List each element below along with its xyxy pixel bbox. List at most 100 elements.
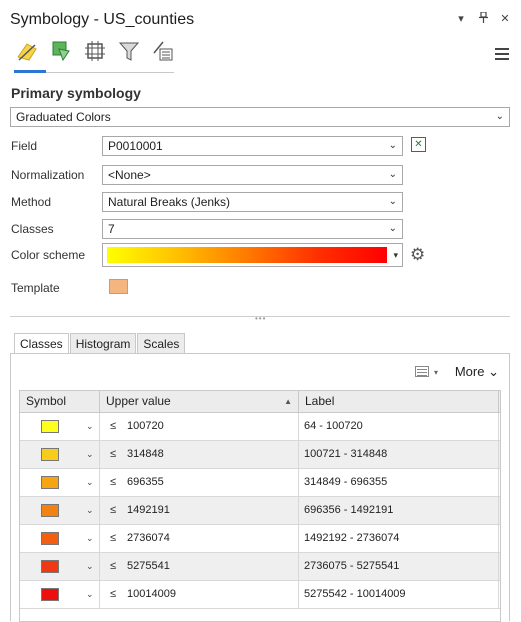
symbol-swatch[interactable] (41, 504, 59, 517)
symbol-cell[interactable]: ⌄ (20, 581, 100, 608)
label-cell[interactable]: 100721 - 314848 (299, 441, 499, 468)
upper-value-cell[interactable]: ≤100720 (100, 413, 299, 440)
upper-value: 5275541 (127, 560, 170, 572)
less-equal-operator: ≤ (110, 560, 117, 572)
upper-value-cell[interactable]: ≤1492191 (100, 497, 299, 524)
label-cell[interactable]: 5275542 - 10014009 (299, 581, 499, 608)
more-tools-icon[interactable] (150, 38, 176, 64)
less-equal-operator: ≤ (110, 420, 117, 432)
table-row[interactable]: ⌄ ≤696355 314849 - 696355 (20, 469, 500, 497)
table-row[interactable]: ⌄ ≤10014009 5275542 - 10014009 (20, 581, 500, 609)
template-label: Template (11, 281, 60, 295)
chevron-down-icon[interactable]: ⌄ (86, 553, 94, 580)
class-tabs: Classes Histogram Scales (14, 333, 186, 355)
template-symbol-swatch[interactable] (109, 279, 128, 294)
upper-value: 696355 (127, 476, 164, 488)
tab-scales[interactable]: Scales (137, 333, 186, 354)
gear-icon[interactable]: ⚙ (410, 246, 425, 264)
chevron-down-icon: ⌄ (388, 140, 397, 151)
upper-value: 10014009 (127, 588, 176, 600)
classes-label: Classes (11, 222, 54, 236)
upper-value: 314848 (127, 448, 164, 460)
table-row[interactable]: ⌄ ≤314848 100721 - 314848 (20, 441, 500, 469)
table-row[interactable]: ⌄ ≤2736074 1492192 - 2736074 (20, 525, 500, 553)
upper-value-cell[interactable]: ≤2736074 (100, 525, 299, 552)
symbol-swatch[interactable] (41, 448, 59, 461)
symbology-type-dropdown[interactable]: Graduated Colors ⌄ (10, 107, 510, 127)
pane-title: Symbology - US_counties (10, 11, 195, 28)
chevron-down-icon[interactable]: ⌄ (86, 469, 94, 496)
chevron-down-icon[interactable]: ⌄ (86, 441, 94, 468)
splitter-grip-icon[interactable]: ••• (255, 314, 266, 323)
symbol-layers-icon[interactable] (82, 38, 108, 64)
title-controls: ▾ ✕ (455, 11, 511, 26)
classes-table: Symbol Upper value ▲ Label ⌄ ≤100720 64 - … (19, 390, 501, 622)
upper-value-cell[interactable]: ≤696355 (100, 469, 299, 496)
chevron-down-icon[interactable]: ⌄ (86, 497, 94, 524)
chevron-down-icon[interactable]: ▾ (434, 368, 438, 377)
symbol-cell[interactable]: ⌄ (20, 525, 100, 552)
method-dropdown[interactable]: Natural Breaks (Jenks) ⌄ (102, 192, 403, 212)
tool-tabs (14, 38, 176, 70)
chevron-down-icon[interactable]: ⌄ (86, 413, 94, 440)
color-scheme-dropdown[interactable]: ▾ (102, 243, 403, 267)
upper-value-cell[interactable]: ≤10014009 (100, 581, 299, 608)
expression-builder-icon[interactable]: ✕ (411, 137, 426, 152)
options-chevron-icon[interactable]: ▾ (455, 12, 467, 26)
table-row[interactable]: ⌄ ≤100720 64 - 100720 (20, 413, 500, 441)
vary-by-attribute-icon[interactable] (48, 38, 74, 64)
upper-value-cell[interactable]: ≤314848 (100, 441, 299, 468)
header-symbol[interactable]: Symbol (20, 391, 100, 412)
upper-value: 100720 (127, 420, 164, 432)
symbology-type-value: Graduated Colors (16, 110, 111, 124)
upper-value-cell[interactable]: ≤5275541 (100, 553, 299, 580)
label-cell[interactable]: 1492192 - 2736074 (299, 525, 499, 552)
header-upper-value-label: Upper value (106, 394, 171, 408)
chevron-down-icon: ⌄ (388, 223, 397, 234)
classes-dropdown[interactable]: 7 ⌄ (102, 219, 403, 239)
symbol-swatch[interactable] (41, 560, 59, 573)
header-upper-value[interactable]: Upper value ▲ (100, 391, 299, 412)
tab-classes[interactable]: Classes (14, 333, 69, 355)
less-equal-operator: ≤ (110, 448, 117, 460)
label-cell[interactable]: 314849 - 696355 (299, 469, 499, 496)
field-value: P0010001 (108, 139, 163, 153)
section-title: Primary symbology (11, 85, 141, 101)
symbol-cell[interactable]: ⌄ (20, 441, 100, 468)
primary-symbology-icon[interactable] (14, 38, 40, 64)
symbol-swatch[interactable] (41, 476, 59, 489)
chevron-down-icon[interactable]: ⌄ (86, 581, 94, 608)
table-body: ⌄ ≤100720 64 - 100720 ⌄ ≤314848 100721 - 3148… (20, 413, 500, 609)
pin-icon[interactable] (477, 11, 489, 26)
classes-panel: ▾ More ⌄ Symbol Upper value ▲ Label ⌄ ≤10… (10, 353, 510, 622)
less-equal-operator: ≤ (110, 588, 117, 600)
method-label: Method (11, 195, 52, 209)
symbol-swatch[interactable] (41, 420, 59, 433)
field-label: Field (11, 139, 38, 153)
header-label[interactable]: Label (299, 391, 499, 412)
table-row[interactable]: ⌄ ≤1492191 696356 - 1492191 (20, 497, 500, 525)
field-dropdown[interactable]: P0010001 ⌄ (102, 136, 403, 156)
hamburger-menu-icon[interactable] (495, 48, 509, 63)
more-button[interactable]: More ⌄ (455, 364, 499, 380)
label-cell[interactable]: 696356 - 1492191 (299, 497, 499, 524)
table-header: Symbol Upper value ▲ Label (20, 391, 500, 413)
list-view-icon[interactable] (415, 366, 429, 377)
chevron-down-icon: ⌄ (388, 196, 397, 207)
normalization-dropdown[interactable]: <None> ⌄ (102, 165, 403, 185)
label-cell[interactable]: 2736075 - 5275541 (299, 553, 499, 580)
close-icon[interactable]: ✕ (499, 12, 511, 26)
symbol-swatch[interactable] (41, 532, 59, 545)
symbol-masking-icon[interactable] (116, 38, 142, 64)
label-cell[interactable]: 64 - 100720 (299, 413, 499, 440)
table-row[interactable]: ⌄ ≤5275541 2736075 - 5275541 (20, 553, 500, 581)
chevron-down-icon[interactable]: ⌄ (86, 525, 94, 552)
symbol-swatch[interactable] (41, 588, 59, 601)
symbol-cell[interactable]: ⌄ (20, 413, 100, 440)
symbol-cell[interactable]: ⌄ (20, 469, 100, 496)
symbol-cell[interactable]: ⌄ (20, 497, 100, 524)
title-bar: Symbology - US_counties ▾ ✕ (0, 0, 521, 36)
symbol-cell[interactable]: ⌄ (20, 553, 100, 580)
tab-histogram[interactable]: Histogram (69, 333, 137, 354)
active-tab-indicator (14, 70, 46, 73)
